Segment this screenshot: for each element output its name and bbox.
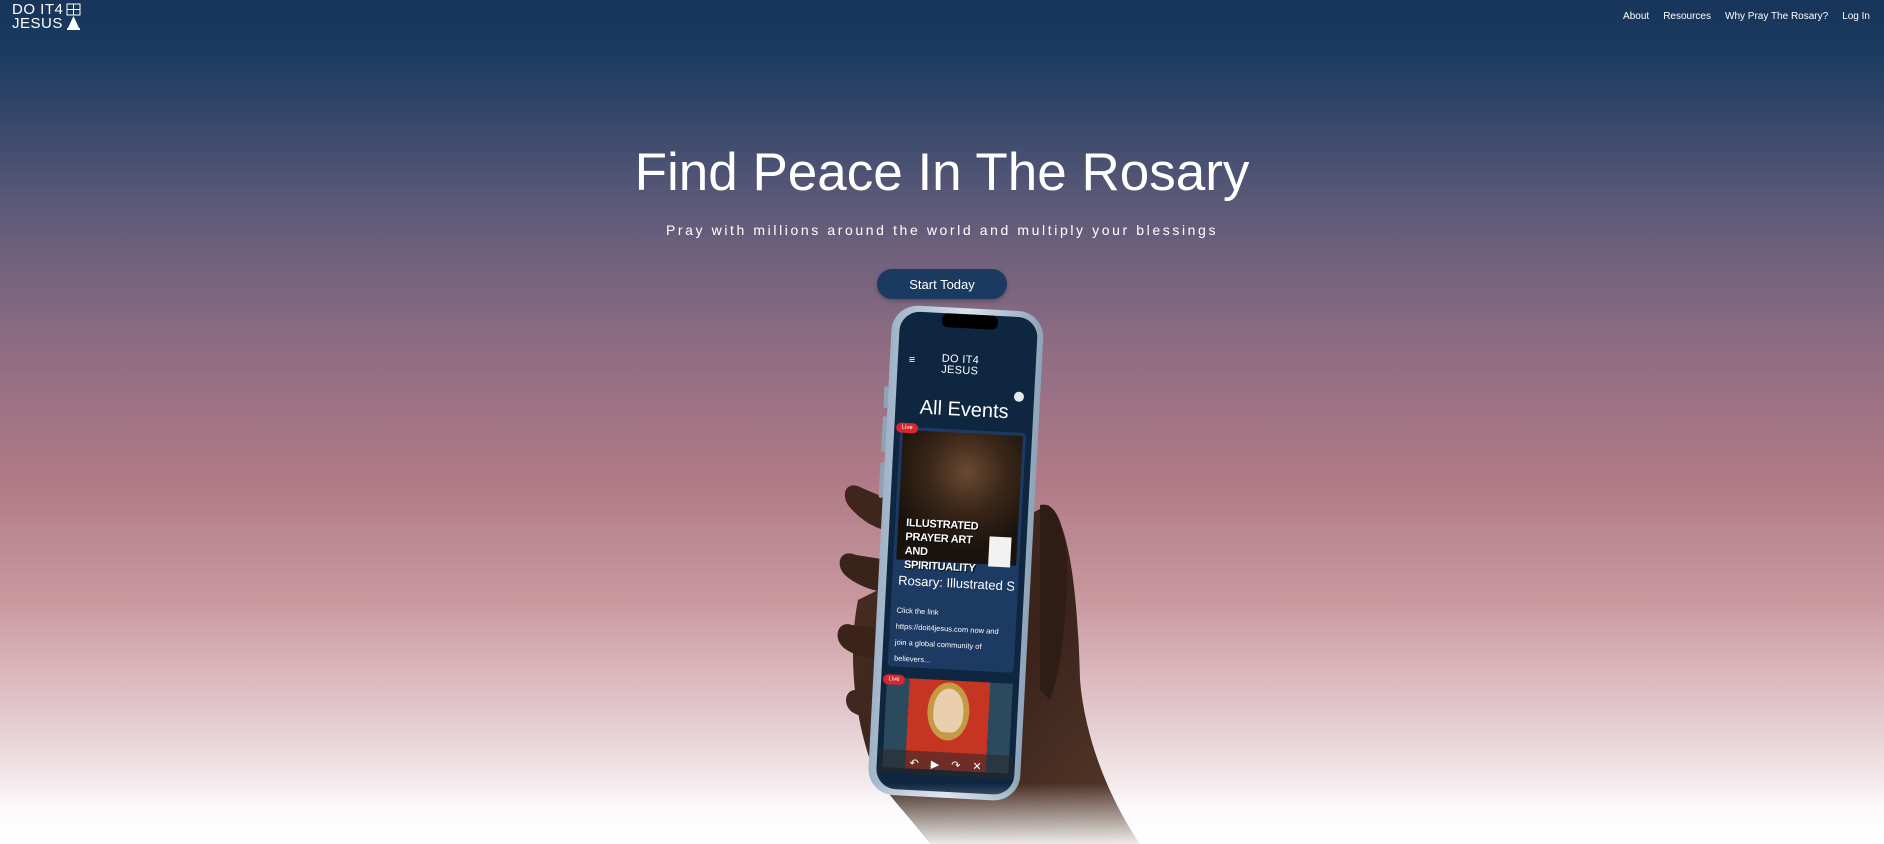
event-image-caption: ILLUSTRATED PRAYER ART AND SPIRITUALITY (903, 517, 979, 575)
hero-title: Find Peace In The Rosary (634, 143, 1250, 202)
madonna-face (932, 687, 965, 734)
thumb (1040, 504, 1067, 700)
live-badge-2: Live (882, 674, 906, 686)
close-player-icon[interactable]: ✕ (972, 759, 982, 772)
side-button-1 (883, 386, 889, 409)
start-today-button[interactable]: Start Today (877, 269, 1007, 299)
side-button-3 (878, 462, 885, 499)
rewind-icon[interactable]: ↶ (909, 756, 919, 769)
top-navigation-bar: DO IT4 JESUS About Resources Why Pray Th… (0, 0, 1884, 34)
phone-screen: ≡ DO IT4 JESUS All Events ILLUSTRATED PR… (870, 314, 1044, 791)
app-logo: DO IT4 JESUS (940, 353, 979, 378)
forward-icon[interactable]: ↷ (951, 758, 961, 771)
logo-text: DO IT4 JESUS (12, 2, 63, 32)
hero-subtitle: Pray with millions around the world and … (665, 222, 1219, 238)
side-button-2 (881, 416, 887, 453)
nav-why-pray[interactable]: Why Pray The Rosary? (1725, 11, 1828, 22)
nav-about[interactable]: About (1623, 11, 1649, 22)
nav-log-in[interactable]: Log In (1842, 11, 1870, 22)
play-icon[interactable]: ▶ (930, 757, 939, 770)
app-logo-line-2: JESUS (940, 363, 979, 378)
event-title: Rosary: Illustrated Sorrowf... (897, 572, 1015, 594)
hamburger-icon[interactable]: ≡ (908, 354, 915, 366)
nav-resources[interactable]: Resources (1663, 11, 1711, 22)
event-image: ILLUSTRATED PRAYER ART AND SPIRITUALITY (896, 429, 1023, 575)
site-logo[interactable]: DO IT4 JESUS (12, 2, 81, 32)
main-nav: About Resources Why Pray The Rosary? Log… (1623, 11, 1870, 22)
user-avatar-icon[interactable] (1013, 391, 1025, 402)
live-badge: Live (895, 422, 919, 434)
event-image-logo (988, 536, 1012, 568)
cross-sail-icon (66, 3, 81, 30)
event-description: Click the link https://doit4jesus.com no… (893, 605, 999, 665)
logo-line-2: JESUS (12, 15, 63, 32)
event-card[interactable]: ILLUSTRATED PRAYER ART AND SPIRITUALITY … (887, 426, 1027, 673)
